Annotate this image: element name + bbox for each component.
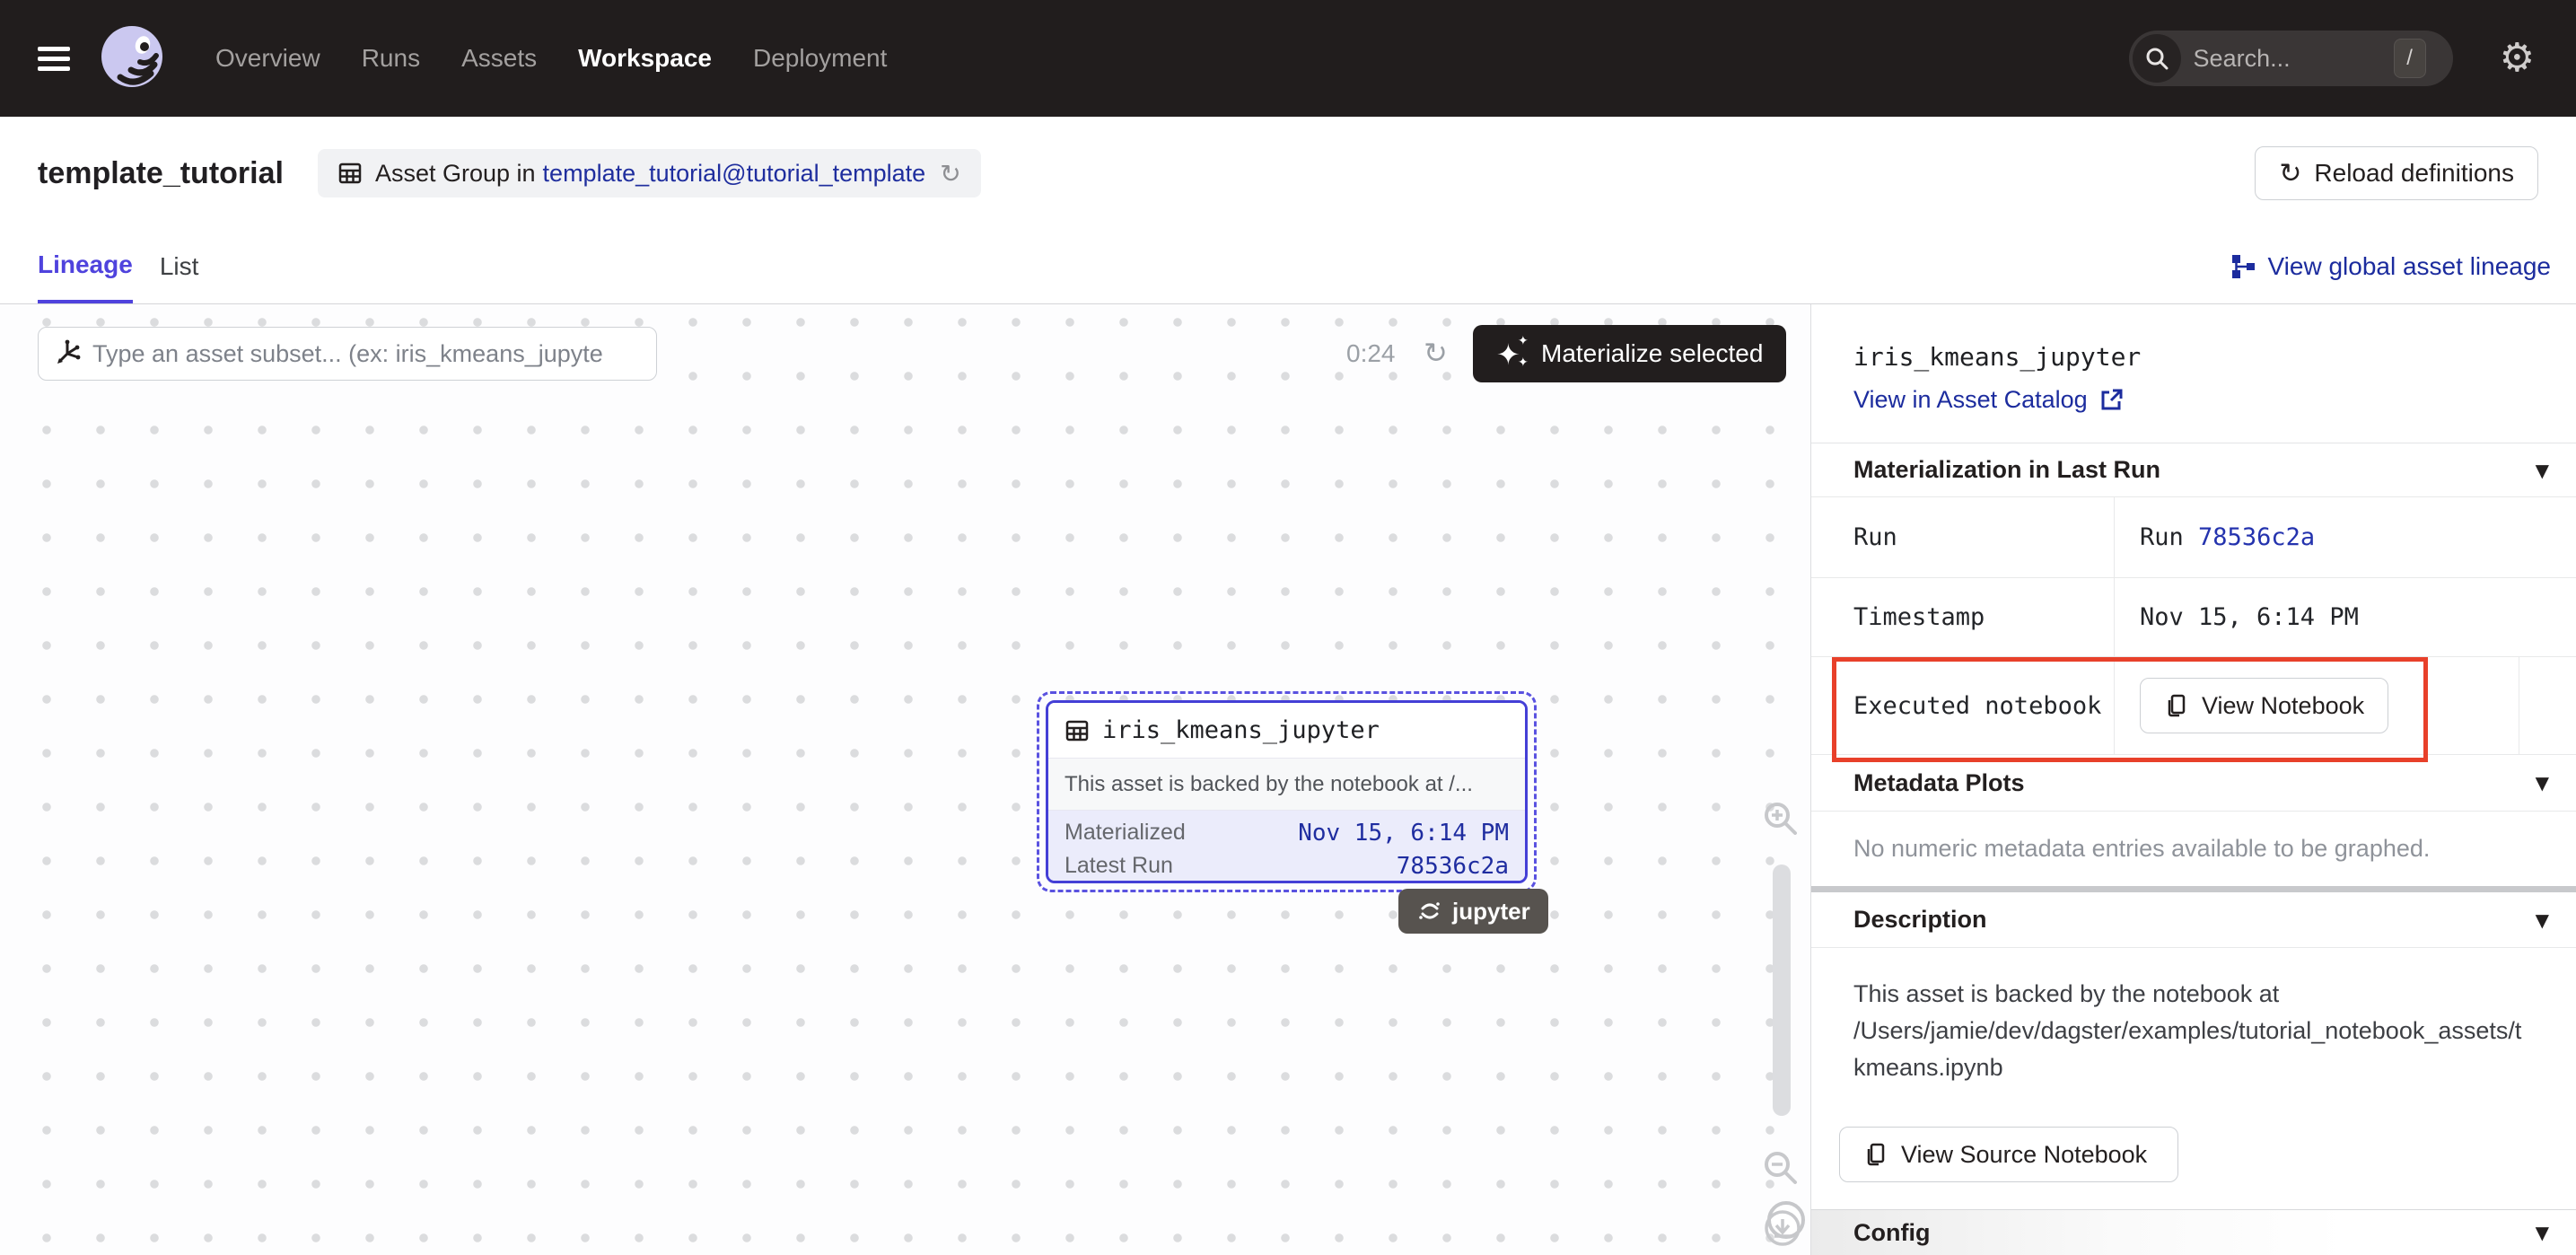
- asset-node-iris-kmeans-jupyter[interactable]: iris_kmeans_jupyter This asset is backed…: [1037, 691, 1537, 892]
- search-input[interactable]: [2194, 45, 2394, 73]
- asset-subset-input[interactable]: [92, 340, 651, 368]
- lineage-canvas[interactable]: 0:24 ↻ ✦✦✦ Materialize selected ir: [0, 304, 1810, 1255]
- asset-node-description: This asset is backed by the notebook at …: [1048, 759, 1525, 811]
- canvas-refresh-icon[interactable]: ↻: [1424, 327, 1448, 381]
- nav-item-runs[interactable]: Runs: [356, 35, 425, 82]
- materialize-selected-button[interactable]: ✦✦✦ Materialize selected: [1473, 325, 1786, 382]
- section-config[interactable]: Config ▼: [1811, 1209, 2576, 1255]
- compute-kind-tag-jupyter[interactable]: jupyter: [1398, 889, 1548, 934]
- zoom-slider-track[interactable]: [1773, 864, 1791, 1116]
- nav-item-assets[interactable]: Assets: [456, 35, 542, 82]
- chevron-down-icon[interactable]: ▼: [2536, 909, 2549, 931]
- materialized-value: Nov 15, 6:14 PM: [1298, 820, 1509, 847]
- panel-asset-title: iris_kmeans_jupyter: [1853, 344, 2576, 371]
- page-header: template_tutorial Asset Group in templat…: [0, 117, 2576, 230]
- chevron-down-icon[interactable]: ▼: [2536, 460, 2549, 481]
- view-notebook-button[interactable]: View Notebook: [2140, 678, 2388, 733]
- reload-icon: ↻: [2279, 158, 2301, 189]
- asset-subset-filter[interactable]: [38, 327, 657, 381]
- op-selector-icon: [53, 339, 82, 368]
- materialized-label: Materialized: [1065, 820, 1186, 846]
- view-source-notebook-button[interactable]: View Source Notebook: [1839, 1127, 2178, 1182]
- hamburger-menu-icon[interactable]: [38, 41, 70, 76]
- nav-item-workspace[interactable]: Workspace: [573, 35, 717, 82]
- table-row-run: Run Run 78536c2a: [1811, 497, 2576, 578]
- chevron-down-icon[interactable]: ▼: [2536, 772, 2549, 794]
- lineage-graph-icon: [2229, 252, 2257, 281]
- breadcrumb-repo-link[interactable]: template_tutorial@tutorial_template: [543, 160, 926, 188]
- description-text: This asset is backed by the notebook at …: [1853, 976, 2558, 1086]
- tabs-bar: Lineage List View global asset lineage: [0, 230, 2576, 304]
- tab-lineage[interactable]: Lineage: [38, 230, 133, 303]
- asset-node-title: iris_kmeans_jupyter: [1102, 716, 1380, 744]
- asset-table-icon: [1065, 718, 1090, 743]
- table-row-executed-notebook: Executed notebook View Notebook: [1811, 657, 2576, 755]
- breadcrumb-refresh-icon[interactable]: ↻: [940, 159, 960, 189]
- chevron-down-icon[interactable]: ▼: [2536, 1222, 2549, 1243]
- refresh-timer: 0:24: [1346, 327, 1396, 381]
- run-value-prefix: Run: [2140, 523, 2184, 551]
- nav-links: Overview Runs Assets Workspace Deploymen…: [210, 35, 923, 82]
- nav-item-deployment[interactable]: Deployment: [748, 35, 892, 82]
- search-shortcut-badge: /: [2394, 39, 2426, 78]
- zoom-in-icon[interactable]: [1761, 799, 1801, 838]
- section-metadata-plots[interactable]: Metadata Plots ▼: [1811, 755, 2576, 812]
- global-search[interactable]: /: [2129, 31, 2453, 86]
- asset-node-header[interactable]: iris_kmeans_jupyter: [1048, 703, 1525, 759]
- tab-list[interactable]: List: [160, 230, 199, 303]
- view-in-asset-catalog-link[interactable]: View in Asset Catalog: [1853, 386, 2124, 413]
- zoom-out-icon[interactable]: [1761, 1148, 1801, 1188]
- run-id-link[interactable]: 78536c2a: [2198, 523, 2315, 551]
- table-row-spare-cell: [2519, 657, 2576, 754]
- nav-item-overview[interactable]: Overview: [210, 35, 326, 82]
- latest-run-link[interactable]: 78536c2a: [1397, 853, 1509, 880]
- jupyter-icon: [1416, 898, 1443, 925]
- asset-node-stats: Materialized Nov 15, 6:14 PM Latest Run …: [1048, 811, 1525, 881]
- page-title: template_tutorial: [38, 156, 284, 191]
- gear-icon[interactable]: ⚙: [2500, 39, 2535, 78]
- timestamp-value: Nov 15, 6:14 PM: [2115, 578, 2576, 656]
- asset-group-breadcrumb: Asset Group in template_tutorial@tutoria…: [318, 149, 981, 197]
- section-description[interactable]: Description ▼: [1811, 892, 2576, 948]
- search-icon: [2133, 34, 2181, 83]
- dagster-logo[interactable]: [95, 22, 169, 95]
- sparkle-icon: ✦✦✦: [1496, 336, 1529, 372]
- table-row-timestamp: Timestamp Nov 15, 6:14 PM: [1811, 578, 2576, 657]
- external-link-icon: [2098, 387, 2124, 412]
- reload-definitions-button[interactable]: ↻ Reload definitions: [2255, 146, 2538, 200]
- notebook-icon: [1863, 1142, 1888, 1167]
- section-divider: [1811, 886, 2576, 892]
- section-materialization-in-last-run[interactable]: Materialization in Last Run ▼: [1811, 443, 2576, 497]
- asset-details-panel: iris_kmeans_jupyter View in Asset Catalo…: [1810, 304, 2576, 1255]
- latest-run-label: Latest Run: [1065, 853, 1173, 879]
- metadata-plots-empty-text: No numeric metadata entries available to…: [1811, 812, 2576, 886]
- download-image-icon[interactable]: [1763, 1208, 1802, 1248]
- view-global-asset-lineage-link[interactable]: View global asset lineage: [2229, 230, 2551, 303]
- asset-group-icon: [337, 161, 363, 186]
- notebook-icon: [2164, 693, 2189, 718]
- breadcrumb-prefix: Asset Group in: [375, 160, 536, 188]
- top-navbar: Overview Runs Assets Workspace Deploymen…: [0, 0, 2576, 117]
